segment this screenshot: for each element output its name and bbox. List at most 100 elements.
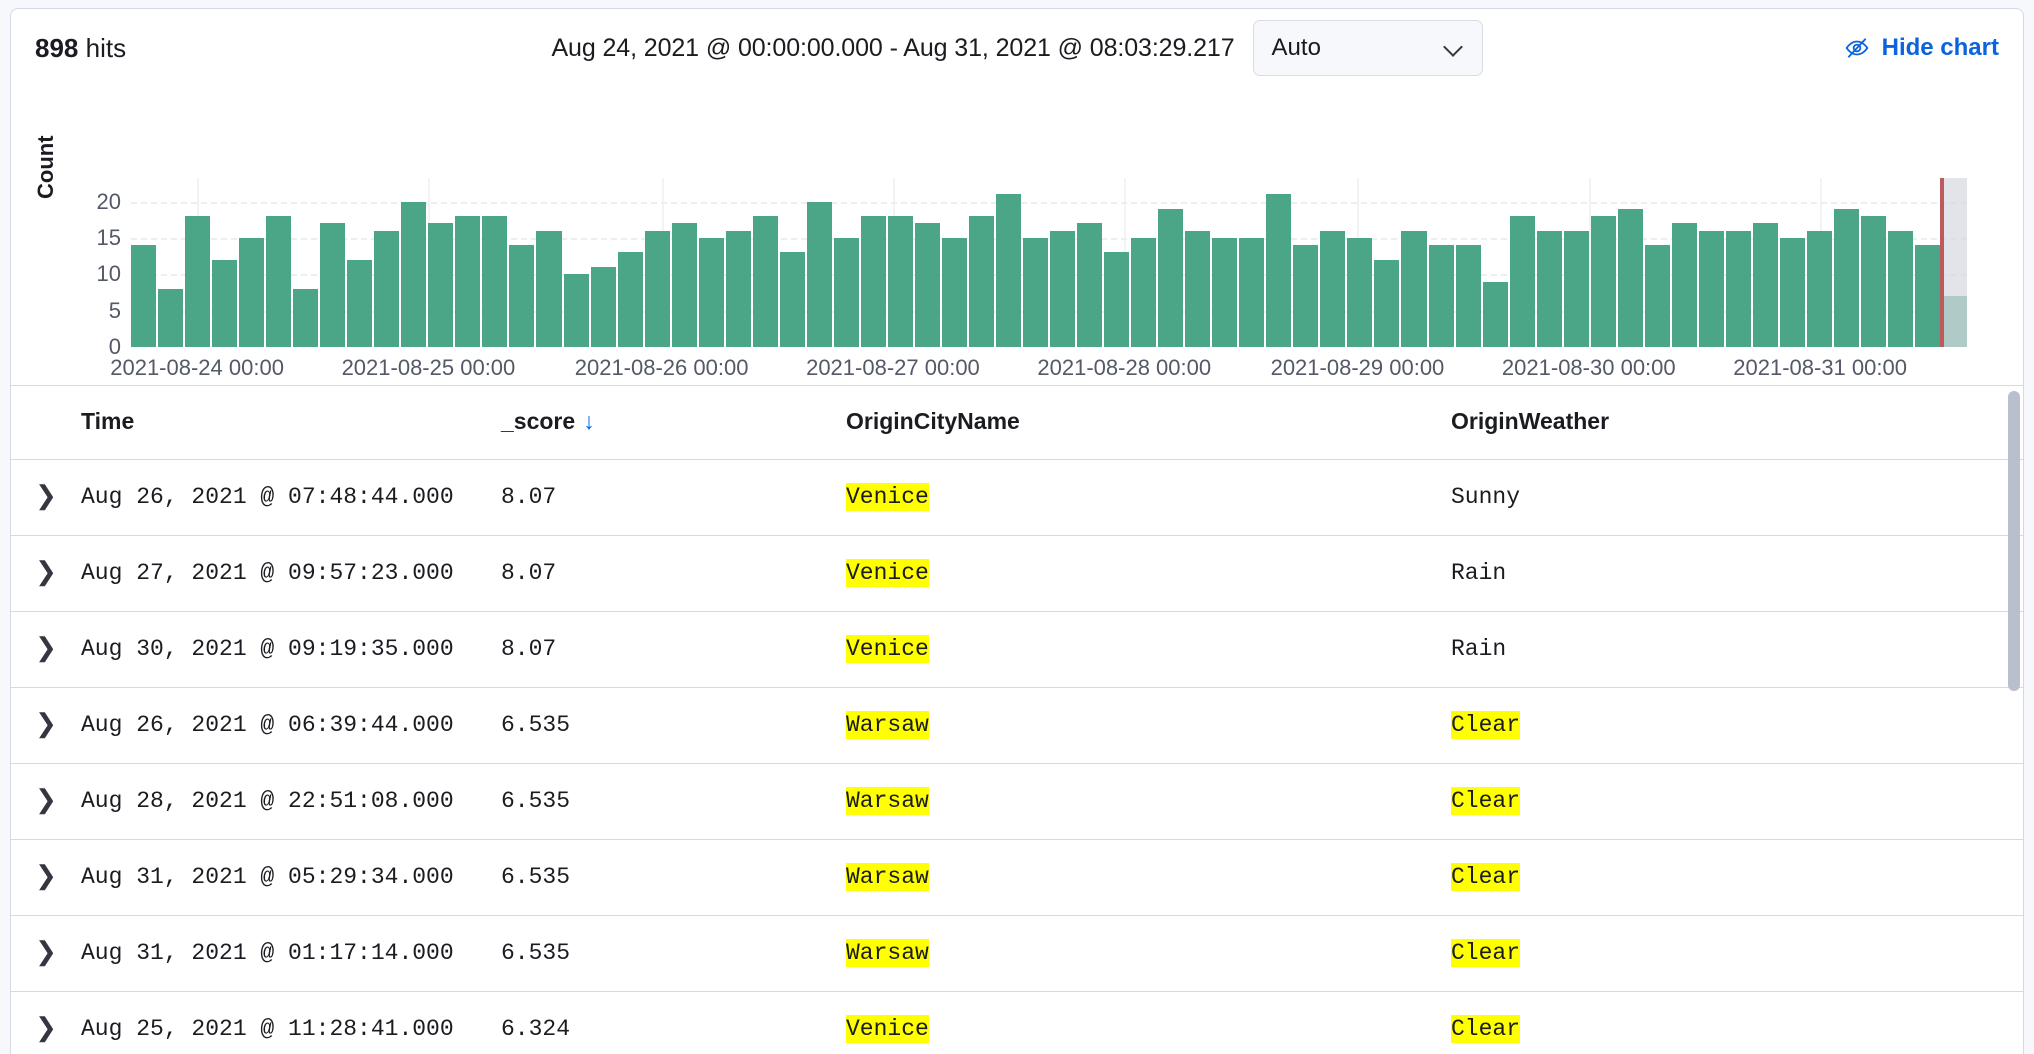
chart-bar[interactable]	[1158, 209, 1183, 347]
chart-bar[interactable]	[699, 238, 724, 347]
table-row[interactable]: ❯Aug 28, 2021 @ 22:51:08.0006.535WarsawC…	[11, 764, 2023, 840]
chevron-right-icon[interactable]: ❯	[35, 558, 57, 584]
table-row[interactable]: ❯Aug 27, 2021 @ 09:57:23.0008.07VeniceRa…	[11, 536, 2023, 612]
chevron-right-icon[interactable]: ❯	[35, 862, 57, 888]
histogram-chart[interactable]: Count 05101520 2021-08-24 00:002021-08-2…	[11, 87, 2023, 377]
chart-bar[interactable]	[347, 260, 372, 347]
row-expand-cell[interactable]: ❯	[11, 460, 81, 536]
chevron-right-icon[interactable]: ❯	[35, 710, 57, 736]
chart-bar[interactable]	[1645, 245, 1670, 347]
chart-bar[interactable]	[1726, 231, 1751, 347]
column-header-originweather[interactable]: OriginWeather	[1451, 386, 2023, 460]
chart-bar[interactable]	[888, 216, 913, 347]
chart-bar[interactable]	[428, 223, 453, 347]
row-expand-cell[interactable]: ❯	[11, 992, 81, 1054]
chart-bar[interactable]	[1239, 238, 1264, 347]
chevron-right-icon[interactable]: ❯	[35, 634, 57, 660]
chart-bar[interactable]	[1429, 245, 1454, 347]
row-expand-cell[interactable]: ❯	[11, 840, 81, 916]
chart-bar[interactable]	[212, 260, 237, 347]
chart-bar[interactable]	[1050, 231, 1075, 347]
chart-bar[interactable]	[1320, 231, 1345, 347]
chart-bar[interactable]	[672, 223, 697, 347]
chart-bar[interactable]	[1104, 252, 1129, 347]
table-row[interactable]: ❯Aug 26, 2021 @ 07:48:44.0008.07VeniceSu…	[11, 460, 2023, 536]
chart-bar[interactable]	[591, 267, 616, 347]
chart-bar[interactable]	[509, 245, 534, 347]
chart-bar[interactable]	[1672, 223, 1697, 347]
chart-bar[interactable]	[239, 238, 264, 347]
table-row[interactable]: ❯Aug 31, 2021 @ 01:17:14.0006.535WarsawC…	[11, 916, 2023, 992]
chevron-right-icon[interactable]: ❯	[35, 482, 57, 508]
chart-bar[interactable]	[1374, 260, 1399, 347]
chart-bar[interactable]	[1212, 238, 1237, 347]
chart-bar[interactable]	[1807, 231, 1832, 347]
column-header-score[interactable]: _score↓	[501, 386, 846, 460]
chart-bar[interactable]	[1077, 223, 1102, 347]
chart-bar[interactable]	[374, 231, 399, 347]
chart-bar[interactable]	[915, 223, 940, 347]
chevron-right-icon[interactable]: ❯	[35, 938, 57, 964]
documents-table-container[interactable]: Time _score↓ OriginCityName OriginWeathe…	[11, 385, 2023, 1054]
row-expand-cell[interactable]: ❯	[11, 916, 81, 992]
chart-plot-area[interactable]	[131, 187, 1967, 347]
chart-bar[interactable]	[1834, 209, 1859, 347]
table-scrollbar[interactable]	[2008, 391, 2020, 1054]
chart-bar[interactable]	[1618, 209, 1643, 347]
chart-bar[interactable]	[1591, 216, 1616, 347]
chart-bar[interactable]	[1780, 238, 1805, 347]
table-row[interactable]: ❯Aug 25, 2021 @ 11:28:41.0006.324VeniceC…	[11, 992, 2023, 1054]
chart-bar[interactable]	[266, 216, 291, 347]
chart-bar[interactable]	[834, 238, 859, 347]
chart-bar[interactable]	[1915, 245, 1940, 347]
row-expand-cell[interactable]: ❯	[11, 688, 81, 764]
chart-bar[interactable]	[1510, 216, 1535, 347]
chart-bar[interactable]	[753, 216, 778, 347]
row-expand-cell[interactable]: ❯	[11, 612, 81, 688]
chart-bar[interactable]	[942, 238, 967, 347]
chart-bar[interactable]	[1023, 238, 1048, 347]
column-header-time[interactable]: Time	[81, 386, 501, 460]
chart-bar[interactable]	[1185, 231, 1210, 347]
table-row[interactable]: ❯Aug 31, 2021 @ 05:29:34.0006.535WarsawC…	[11, 840, 2023, 916]
chart-bar[interactable]	[1888, 231, 1913, 347]
table-row[interactable]: ❯Aug 26, 2021 @ 06:39:44.0006.535WarsawC…	[11, 688, 2023, 764]
chart-bar[interactable]	[185, 216, 210, 347]
chart-bar[interactable]	[1861, 216, 1886, 347]
chart-bar[interactable]	[1564, 231, 1589, 347]
chart-bar[interactable]	[1347, 238, 1372, 347]
chart-bar[interactable]	[618, 252, 643, 347]
chart-bar[interactable]	[1753, 223, 1778, 347]
chart-bar[interactable]	[564, 274, 589, 347]
chart-bar[interactable]	[996, 194, 1021, 347]
interval-select[interactable]: Auto	[1253, 20, 1483, 76]
chart-bar[interactable]	[1483, 282, 1508, 347]
chart-bar[interactable]	[1537, 231, 1562, 347]
chart-bar[interactable]	[158, 289, 183, 347]
chart-bar[interactable]	[726, 231, 751, 347]
row-expand-cell[interactable]: ❯	[11, 536, 81, 612]
chart-bar[interactable]	[131, 245, 156, 347]
chart-bar[interactable]	[1293, 245, 1318, 347]
chart-bar[interactable]	[536, 231, 561, 347]
chart-bar[interactable]	[780, 252, 805, 347]
chart-bar[interactable]	[1699, 231, 1724, 347]
hide-chart-button[interactable]: Hide chart	[1844, 34, 1999, 62]
chart-bar[interactable]	[861, 216, 886, 347]
chart-bar[interactable]	[1266, 194, 1291, 347]
chart-bar[interactable]	[1401, 231, 1426, 347]
chart-bar[interactable]	[293, 289, 318, 347]
chevron-right-icon[interactable]: ❯	[35, 786, 57, 812]
row-expand-cell[interactable]: ❯	[11, 764, 81, 840]
chart-bar[interactable]	[807, 202, 832, 347]
chart-bars[interactable]	[131, 187, 1967, 347]
chart-bar[interactable]	[482, 216, 507, 347]
column-header-origincityname[interactable]: OriginCityName	[846, 386, 1451, 460]
chart-bar[interactable]	[401, 202, 426, 347]
chart-bar[interactable]	[320, 223, 345, 347]
chart-bar[interactable]	[455, 216, 480, 347]
table-scrollbar-thumb[interactable]	[2008, 391, 2020, 691]
chevron-right-icon[interactable]: ❯	[35, 1014, 57, 1040]
chart-bar[interactable]	[645, 231, 670, 347]
table-row[interactable]: ❯Aug 30, 2021 @ 09:19:35.0008.07VeniceRa…	[11, 612, 2023, 688]
